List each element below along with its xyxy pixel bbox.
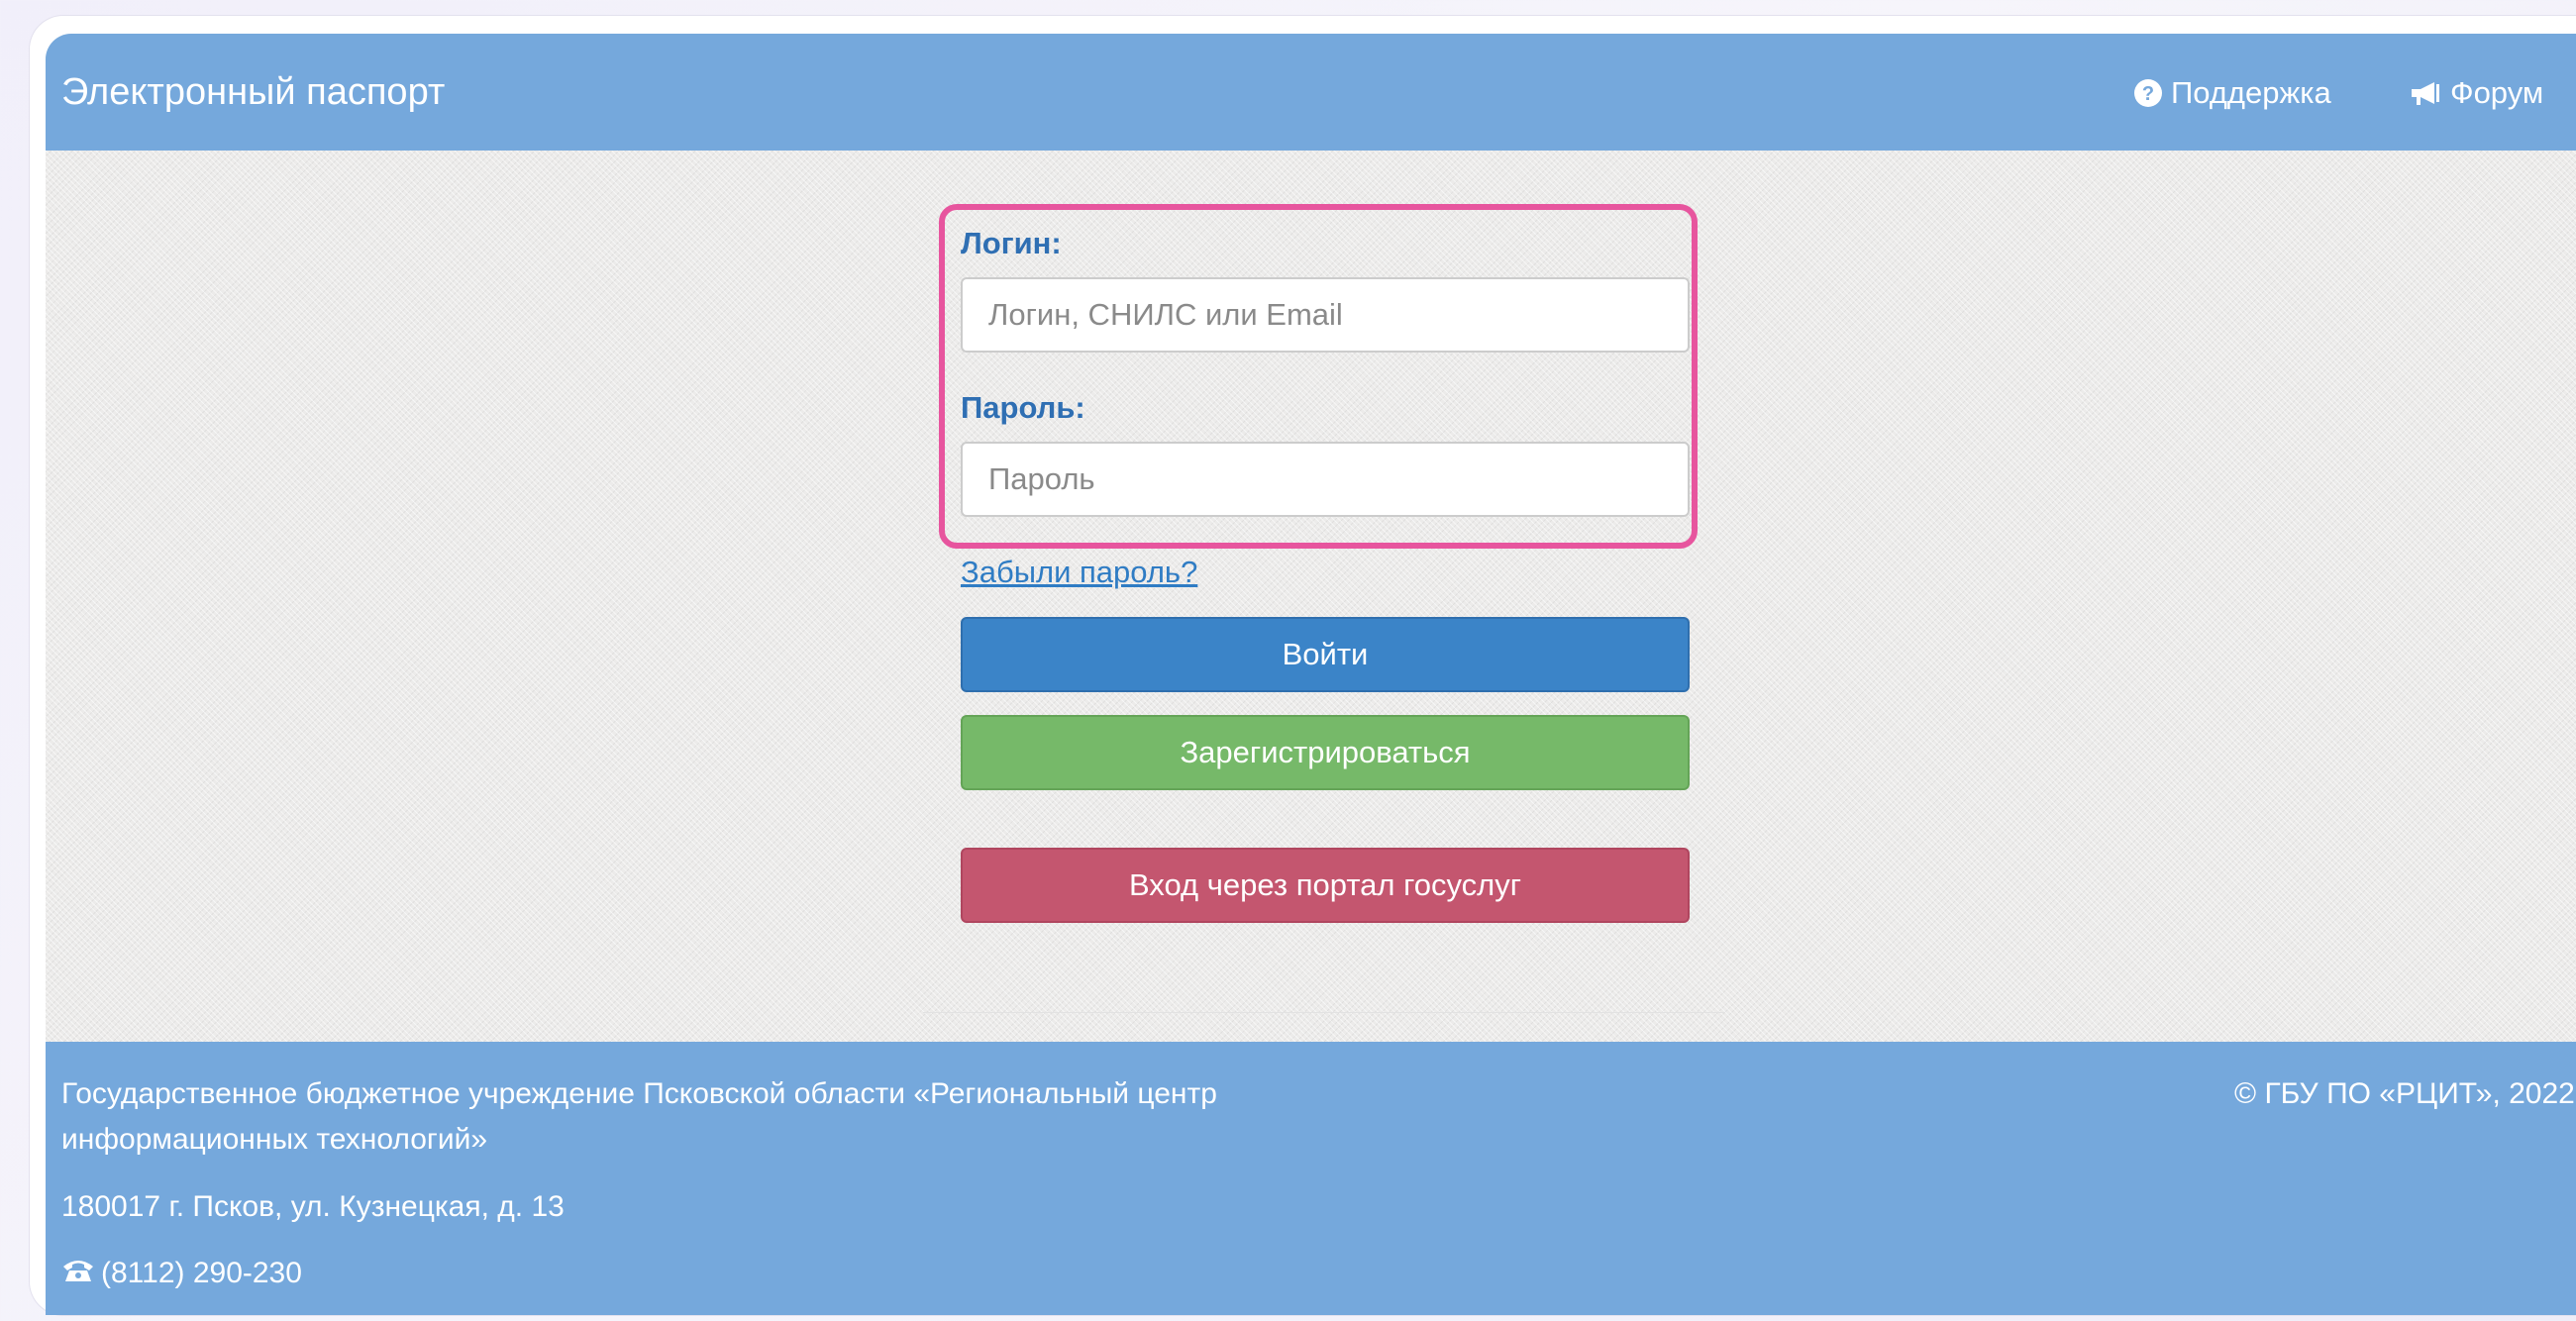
login-layer: Логин: Пароль: Забыли пароль? Войти Заре… — [46, 34, 2576, 1315]
footer-phone: (8112) 290-230 — [61, 1251, 302, 1296]
gosuslugi-login-button[interactable]: Вход через портал госуслуг — [961, 848, 1690, 923]
footer-organization: Государственное бюджетное учреждение Пск… — [61, 1077, 1217, 1156]
phone-icon — [61, 1251, 95, 1296]
footer-phone-number: (8112) 290-230 — [101, 1257, 302, 1289]
register-button[interactable]: Зарегистрироваться — [961, 715, 1690, 790]
login-label: Логин: — [961, 226, 1062, 260]
password-label: Пароль: — [961, 390, 1085, 425]
footer-copyright: © ГБУ ПО «РЦИТ», 2022 — [2234, 1077, 2575, 1110]
footer: Государственное бюджетное учреждение Пск… — [46, 1042, 2576, 1315]
login-button[interactable]: Войти — [961, 617, 1690, 692]
footer-address: 180017 г. Псков, ул. Кузнецкая, д. 13 — [61, 1190, 565, 1223]
password-input[interactable] — [961, 442, 1690, 517]
forgot-password-link[interactable]: Забыли пароль? — [961, 555, 1197, 590]
login-input[interactable] — [961, 277, 1690, 353]
